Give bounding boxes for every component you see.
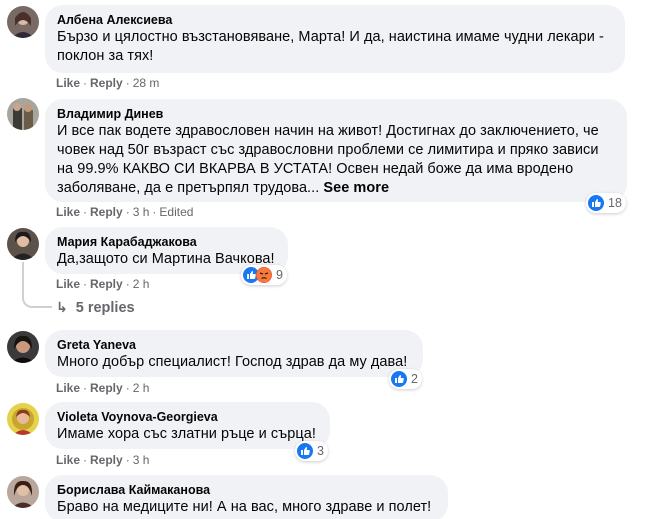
comment-author[interactable]: Greta Yaneva: [57, 337, 411, 353]
reply-button[interactable]: Reply: [90, 76, 123, 90]
comment-actions: Like · Reply · 2 h: [56, 277, 150, 291]
reaction-summary[interactable]: 3: [295, 441, 328, 461]
timestamp[interactable]: 3 h: [133, 453, 150, 467]
reply-button[interactable]: Reply: [90, 381, 123, 395]
avatar[interactable]: [7, 403, 39, 435]
replies-label: 5 replies: [75, 299, 135, 316]
comment-author[interactable]: Албена Алексиева: [57, 12, 613, 28]
comment-bubble: Violeta Voynova-Georgieva Имаме хора със…: [45, 402, 330, 449]
timestamp[interactable]: 3 h: [133, 205, 150, 219]
reply-button[interactable]: Reply: [90, 453, 123, 467]
reaction-count: 2: [411, 372, 418, 386]
see-more-link[interactable]: See more: [323, 180, 389, 196]
comment-text-line: Много добър специалист! Господ здрав да …: [57, 354, 408, 370]
avatar[interactable]: [7, 228, 39, 260]
avatar[interactable]: [7, 331, 39, 363]
comment-actions: Like · Reply · 28 m: [56, 76, 160, 90]
timestamp[interactable]: 28 m: [133, 76, 160, 90]
like-reaction-icon: [391, 371, 407, 387]
comment-actions: Like · Reply · 3 h · Edited: [56, 205, 194, 219]
comment-bubble: Албена Алексиева Бързо и цялостно възста…: [45, 5, 625, 73]
reaction-count: 18: [608, 196, 622, 210]
avatar[interactable]: [7, 476, 39, 508]
comment-author[interactable]: Мария Карабаджакова: [57, 234, 276, 250]
avatar[interactable]: [7, 6, 39, 38]
comment-actions: Like · Reply · 2 h: [56, 381, 150, 395]
reaction-summary[interactable]: 2: [389, 369, 422, 389]
timestamp[interactable]: 2 h: [133, 381, 150, 395]
thread-connector: [22, 292, 52, 308]
reaction-summary[interactable]: 9: [241, 265, 287, 285]
comment-bubble: Борислава Каймаканова Браво на медиците …: [45, 475, 448, 519]
reaction-summary[interactable]: 18: [586, 193, 626, 213]
like-button[interactable]: Like: [56, 205, 80, 219]
comment-bubble: Greta Yaneva Много добър специалист! Гос…: [45, 330, 423, 377]
timestamp[interactable]: 2 h: [133, 277, 150, 291]
avatar[interactable]: [7, 98, 39, 130]
comment-text-line: Бързо и цялостно възстановяване, Марта! …: [57, 29, 604, 45]
reaction-count: 3: [317, 444, 324, 458]
comment-text-line: Браво на медиците ни! А на вас, много зд…: [57, 499, 432, 515]
comment-text-line: Имаме хора със златни ръце и сърца!: [57, 426, 316, 442]
reply-button[interactable]: Reply: [90, 205, 123, 219]
like-button[interactable]: Like: [56, 381, 80, 395]
comment-author[interactable]: Борислава Каймаканова: [57, 482, 436, 498]
comment-text-line: поклон за тях!: [57, 48, 154, 64]
like-button[interactable]: Like: [56, 453, 80, 467]
comment-text-line: на 99.9% КАКВО СИ ВКАРВА В УСТАТА! Освен…: [57, 161, 574, 177]
comment-bubble: Владимир Динев И все пак водете здравосл…: [45, 99, 627, 202]
comment-text-line: заболяване, да е претърпял трудова... Se…: [57, 180, 390, 196]
reaction-count: 9: [276, 268, 283, 282]
like-reaction-icon: [297, 443, 313, 459]
comment-author[interactable]: Violeta Voynova-Georgieva: [57, 409, 318, 425]
like-reaction-icon: [588, 195, 604, 211]
reply-arrow-icon: ↳: [56, 299, 68, 315]
comment-actions: Like · Reply · 3 h: [56, 453, 150, 467]
comment-text-line: И все пак водете здравословен начин на ж…: [57, 123, 599, 139]
angry-reaction-icon: [256, 267, 272, 283]
view-replies-link[interactable]: ↳ 5 replies: [56, 299, 135, 316]
comment-author[interactable]: Владимир Динев: [57, 106, 615, 122]
edited-label[interactable]: Edited: [159, 205, 193, 219]
like-button[interactable]: Like: [56, 76, 80, 90]
reply-button[interactable]: Reply: [90, 277, 123, 291]
like-button[interactable]: Like: [56, 277, 80, 291]
comment-text-line: човек над 50г възраст със здравословни п…: [57, 142, 599, 158]
